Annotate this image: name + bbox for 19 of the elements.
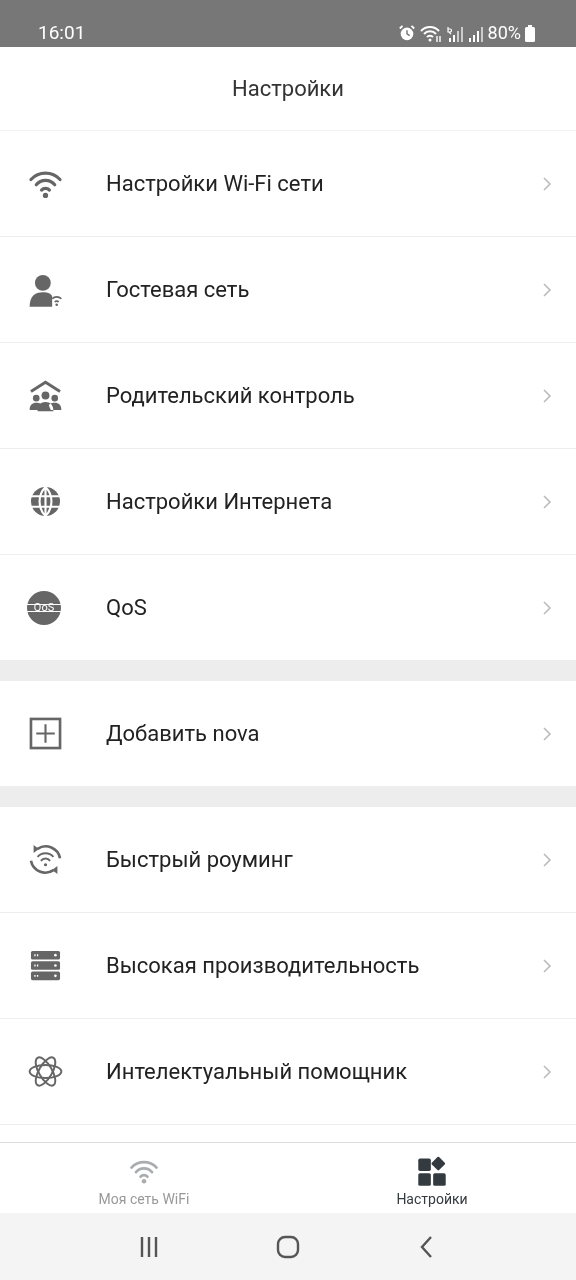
chevron-icon — [542, 175, 552, 192]
chevron-icon — [542, 725, 552, 742]
atom-icon — [27, 1053, 64, 1090]
chevron-icon — [542, 599, 552, 616]
chevron-icon — [542, 957, 552, 974]
nav-tab[interactable]: Настройки — [288, 1143, 576, 1213]
wifi-signal-icon — [418, 23, 443, 43]
home-icon — [276, 1234, 300, 1259]
chevron-icon — [542, 493, 552, 510]
alarm-icon — [397, 23, 416, 43]
battery-icon — [524, 23, 536, 43]
battery-percent: 80% — [487, 21, 521, 45]
chevron-icon — [542, 281, 552, 298]
chevron-icon — [542, 387, 552, 404]
chevron-icon — [542, 1063, 552, 1080]
chevron-icon — [542, 851, 552, 868]
clock-time: 16:01 — [38, 21, 86, 45]
plus-square-icon — [27, 715, 64, 752]
page-title: Настройки — [232, 76, 344, 101]
